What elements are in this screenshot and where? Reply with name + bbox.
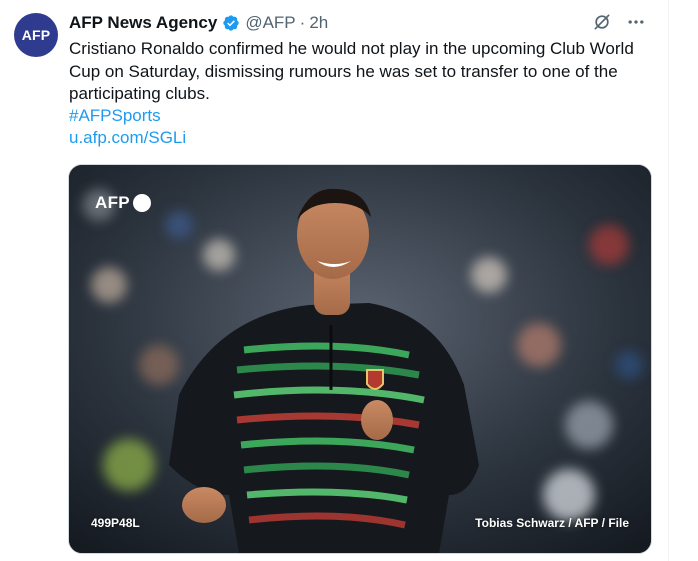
photo-image	[69, 165, 651, 553]
author-handle[interactable]: @AFP	[245, 13, 295, 33]
avatar-text: AFP	[21, 27, 51, 43]
verified-badge-icon[interactable]	[222, 14, 240, 32]
timestamp[interactable]: 2h	[309, 13, 328, 33]
tweet-header: AFP News Agency @AFP · 2h	[69, 12, 328, 34]
afp-logo-dot	[132, 194, 151, 212]
photo-id: 499P48L	[91, 516, 140, 530]
photo-credit: Tobias Schwarz / AFP / File	[475, 516, 629, 530]
hashtag-link[interactable]: #AFPSports	[69, 106, 161, 126]
separator-dot: ·	[299, 13, 306, 32]
grok-icon[interactable]	[592, 12, 612, 32]
afp-logo-text: AFP	[95, 193, 130, 212]
tweet-text: Cristiano Ronaldo confirmed he would not…	[69, 39, 634, 103]
tweet[interactable]: AFP AFP News Agency @AFP · 2h Cristiano …	[0, 0, 668, 561]
author-name[interactable]: AFP News Agency	[69, 13, 217, 33]
url-link[interactable]: u.afp.com/SGLi	[69, 128, 186, 148]
tweet-actions	[592, 12, 646, 32]
more-icon[interactable]	[626, 12, 646, 32]
avatar[interactable]: AFP	[14, 13, 58, 57]
tweet-photo[interactable]: AFP 499P48L Tobias Schwarz / AFP / File	[68, 164, 652, 554]
timeline-border	[668, 0, 669, 561]
afp-watermark-logo: AFP	[95, 193, 151, 213]
